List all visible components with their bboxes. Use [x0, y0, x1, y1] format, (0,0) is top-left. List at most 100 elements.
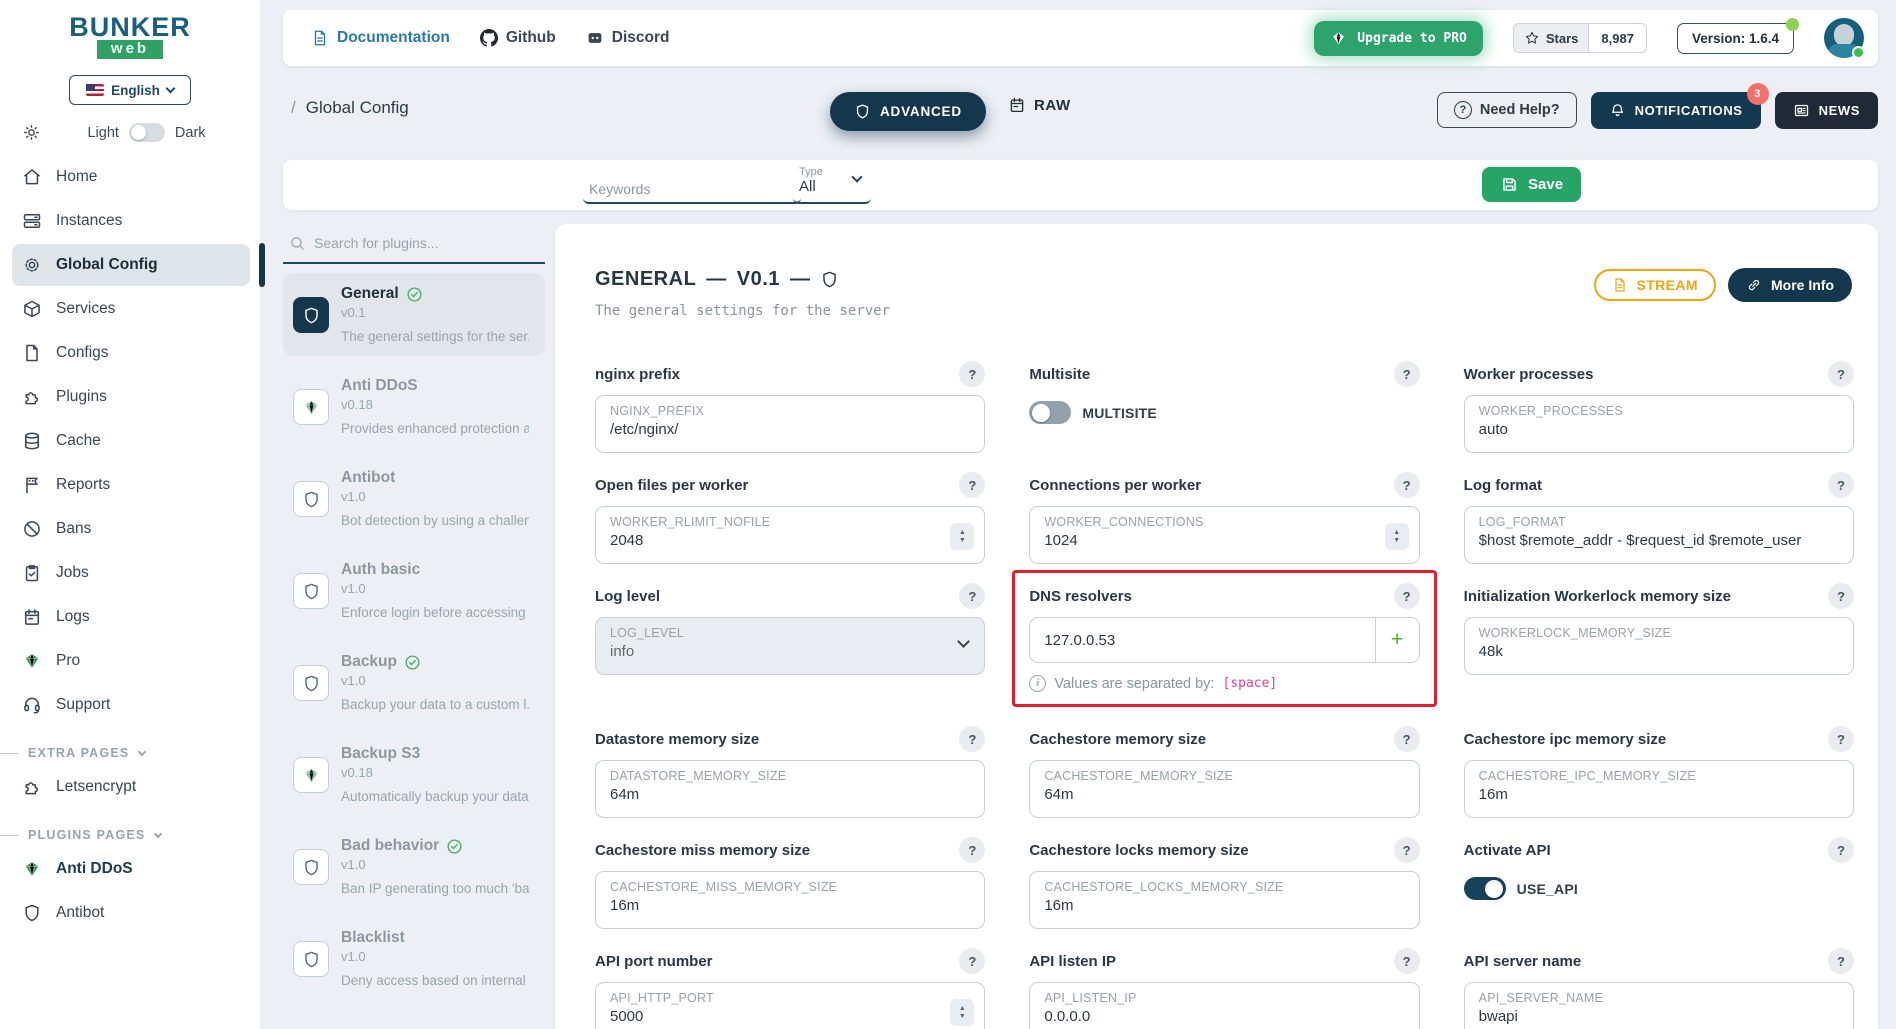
shield-icon — [293, 297, 329, 333]
help-icon[interactable]: ? — [1828, 837, 1854, 863]
stream-badge-button[interactable]: STREAM — [1594, 269, 1716, 301]
api-http-port-input[interactable]: API_HTTP_PORT 5000 ▲ ▼ — [595, 982, 986, 1029]
log-format-input[interactable]: LOG_FORMAT $host $remote_addr - $request_… — [1463, 506, 1854, 564]
sidebar-item-letsencrypt[interactable]: Letsencrypt — [12, 766, 250, 808]
worker-processes-input[interactable]: WORKER_PROCESSES auto — [1463, 395, 1854, 453]
plugin-item-bad-behavior[interactable]: Bad behavior v1.0 Ban IP generating too … — [283, 825, 545, 908]
sidebar-item-anti-ddos[interactable]: Anti DDoS — [12, 848, 250, 890]
nginx-prefix-input[interactable]: NGINX_PREFIX/etc/nginx/ — [595, 395, 986, 453]
sun-icon — [22, 123, 41, 142]
use-api-toggle[interactable] — [1463, 877, 1506, 900]
sidebar-item-plugins[interactable]: Plugins — [12, 376, 250, 418]
section-extra-pages[interactable]: EXTRA PAGES — [0, 746, 242, 760]
cachestore-locks-memory-size-input[interactable]: CACHESTORE_LOCKS_MEMORY_SIZE 16m — [1029, 871, 1420, 929]
chevron-down-icon — [138, 747, 147, 756]
notifications-button[interactable]: NOTIFICATIONS 3 — [1590, 83, 1769, 129]
sidebar-item-home[interactable]: Home — [12, 156, 250, 198]
advanced-mode-button[interactable]: ADVANCED — [830, 92, 986, 131]
dns-resolvers-input[interactable]: 127.0.0.53 — [1030, 618, 1374, 662]
github-stars-badge[interactable]: Stars 8,987 — [1512, 23, 1647, 53]
plugin-item-general[interactable]: General v0.1 The general settings for th… — [283, 273, 545, 356]
us-flag-icon — [86, 84, 105, 96]
github-link[interactable]: Github — [480, 29, 556, 47]
plugin-item-anti-ddos[interactable]: Anti DDoS v0.18 Provides enhanced protec… — [283, 365, 545, 448]
sidebar-item-label: Reports — [56, 476, 111, 493]
documentation-link[interactable]: Documentation — [311, 29, 450, 47]
datastore-memory-size-input[interactable]: DATASTORE_MEMORY_SIZE 64m — [595, 760, 986, 818]
field-cachestore-miss-memory-size: Cachestore miss memory size? CACHESTORE_… — [595, 837, 986, 929]
field-cachestore-ipc-memory-size: Cachestore ipc memory size? CACHESTORE_I… — [1463, 726, 1854, 818]
raw-mode-button[interactable]: RAW — [1008, 96, 1071, 114]
breadcrumb: / Global Config — [291, 98, 409, 117]
help-icon[interactable]: ? — [1393, 583, 1420, 609]
sidebar-item-pro[interactable]: Pro — [12, 640, 250, 682]
plugin-item-backup[interactable]: Backup v1.0 Backup your data to a custom… — [283, 641, 545, 724]
api-server-name-input[interactable]: API_SERVER_NAME bwapi — [1463, 982, 1854, 1029]
cachestore-memory-size-input[interactable]: CACHESTORE_MEMORY_SIZE 64m — [1029, 760, 1420, 818]
sidebar-item-support[interactable]: Support — [12, 684, 250, 726]
language-select[interactable]: English — [69, 75, 191, 105]
help-icon[interactable]: ? — [1828, 948, 1854, 974]
help-icon[interactable]: ? — [959, 583, 986, 609]
help-icon[interactable]: ? — [1393, 726, 1420, 752]
discord-link[interactable]: Discord — [586, 29, 669, 47]
worker-connections-input[interactable]: WORKER_CONNECTIONS 1024 ▲ ▼ — [1029, 506, 1420, 564]
api-listen-ip-input[interactable]: API_LISTEN_IP 0.0.0.0 — [1029, 982, 1420, 1029]
help-icon[interactable]: ? — [1393, 837, 1420, 863]
theme-toggle[interactable] — [128, 123, 165, 142]
worker-rlimit-nofile-input[interactable]: WORKER_RLIMIT_NOFILE 2048 ▲ ▼ — [595, 506, 986, 564]
sidebar-item-services[interactable]: Services — [12, 288, 250, 330]
cachestore-miss-memory-size-input[interactable]: CACHESTORE_MISS_MEMORY_SIZE 16m — [595, 871, 986, 929]
log-level-select[interactable]: LOG_LEVEL info — [595, 617, 986, 675]
sidebar-item-instances[interactable]: Instances — [12, 200, 250, 242]
help-icon[interactable]: ? — [1393, 948, 1420, 974]
number-stepper[interactable]: ▲ ▼ — [950, 523, 975, 550]
sidebar-item-reports[interactable]: Reports — [12, 464, 250, 506]
save-button[interactable]: Save — [1482, 167, 1582, 202]
help-icon[interactable]: ? — [959, 361, 986, 387]
sidebar-item-logs[interactable]: Logs — [12, 596, 250, 638]
sidebar-item-cache[interactable]: Cache — [12, 420, 250, 462]
plugin-search[interactable] — [283, 224, 545, 264]
diamond-icon — [293, 757, 329, 793]
sidebar-item-antibot[interactable]: Antibot — [12, 892, 250, 934]
bunkerweb-logo[interactable]: BUNKER web — [0, 14, 260, 59]
sidebar-item-global-config[interactable]: Global Config — [12, 243, 265, 287]
sidebar-item-jobs[interactable]: Jobs — [12, 552, 250, 594]
help-icon[interactable]: ? — [1828, 583, 1854, 609]
plugin-search-input[interactable] — [314, 235, 524, 251]
user-avatar[interactable] — [1824, 18, 1865, 59]
help-icon[interactable]: ? — [1393, 361, 1420, 387]
upgrade-to-pro-button[interactable]: Upgrade to PRO — [1314, 20, 1483, 56]
plugin-item-backup-s3[interactable]: Backup S3 v0.18 Automatically backup you… — [283, 733, 545, 816]
section-plugins-pages[interactable]: PLUGINS PAGES — [0, 828, 242, 842]
sidebar-item-configs[interactable]: Configs — [12, 332, 250, 374]
plugin-item-antibot[interactable]: Antibot v1.0 Bot detection by using a ch… — [283, 457, 545, 540]
help-icon[interactable]: ? — [959, 837, 986, 863]
sidebar-item-label: Anti DDoS — [56, 860, 133, 877]
plugin-item-blacklist[interactable]: Blacklist v1.0 Deny access based on inte… — [283, 917, 545, 1000]
number-stepper[interactable]: ▲ ▼ — [950, 999, 975, 1026]
sidebar-item-bans[interactable]: Bans — [12, 508, 250, 550]
need-help-button[interactable]: ? Need Help? — [1436, 92, 1577, 128]
plugin-item-auth-basic[interactable]: Auth basic v1.0 Enforce login before acc… — [283, 549, 545, 632]
cachestore-ipc-memory-size-input[interactable]: CACHESTORE_IPC_MEMORY_SIZE 16m — [1463, 760, 1854, 818]
help-icon[interactable]: ? — [959, 726, 986, 752]
help-icon[interactable]: ? — [1393, 472, 1420, 498]
help-icon[interactable]: ? — [959, 472, 986, 498]
help-icon[interactable]: ? — [959, 948, 986, 974]
multisite-toggle[interactable] — [1029, 401, 1072, 424]
help-icon[interactable]: ? — [1828, 361, 1854, 387]
help-icon[interactable]: ? — [1828, 726, 1854, 752]
shield-icon — [293, 941, 329, 977]
help-icon[interactable]: ? — [1828, 472, 1854, 498]
more-info-button[interactable]: More Info — [1728, 268, 1852, 302]
keywords-input[interactable] — [583, 168, 801, 204]
logo-text-web: web — [96, 40, 164, 59]
add-value-button[interactable]: + — [1374, 618, 1419, 662]
number-stepper[interactable]: ▲ ▼ — [1384, 523, 1409, 550]
workerlock-memory-size-input[interactable]: WORKERLOCK_MEMORY_SIZE 48k — [1463, 617, 1854, 675]
type-select[interactable]: Type All — [793, 164, 871, 204]
field-activate-api: Activate API? USE_API — [1463, 837, 1854, 929]
news-button[interactable]: NEWS — [1774, 92, 1878, 129]
